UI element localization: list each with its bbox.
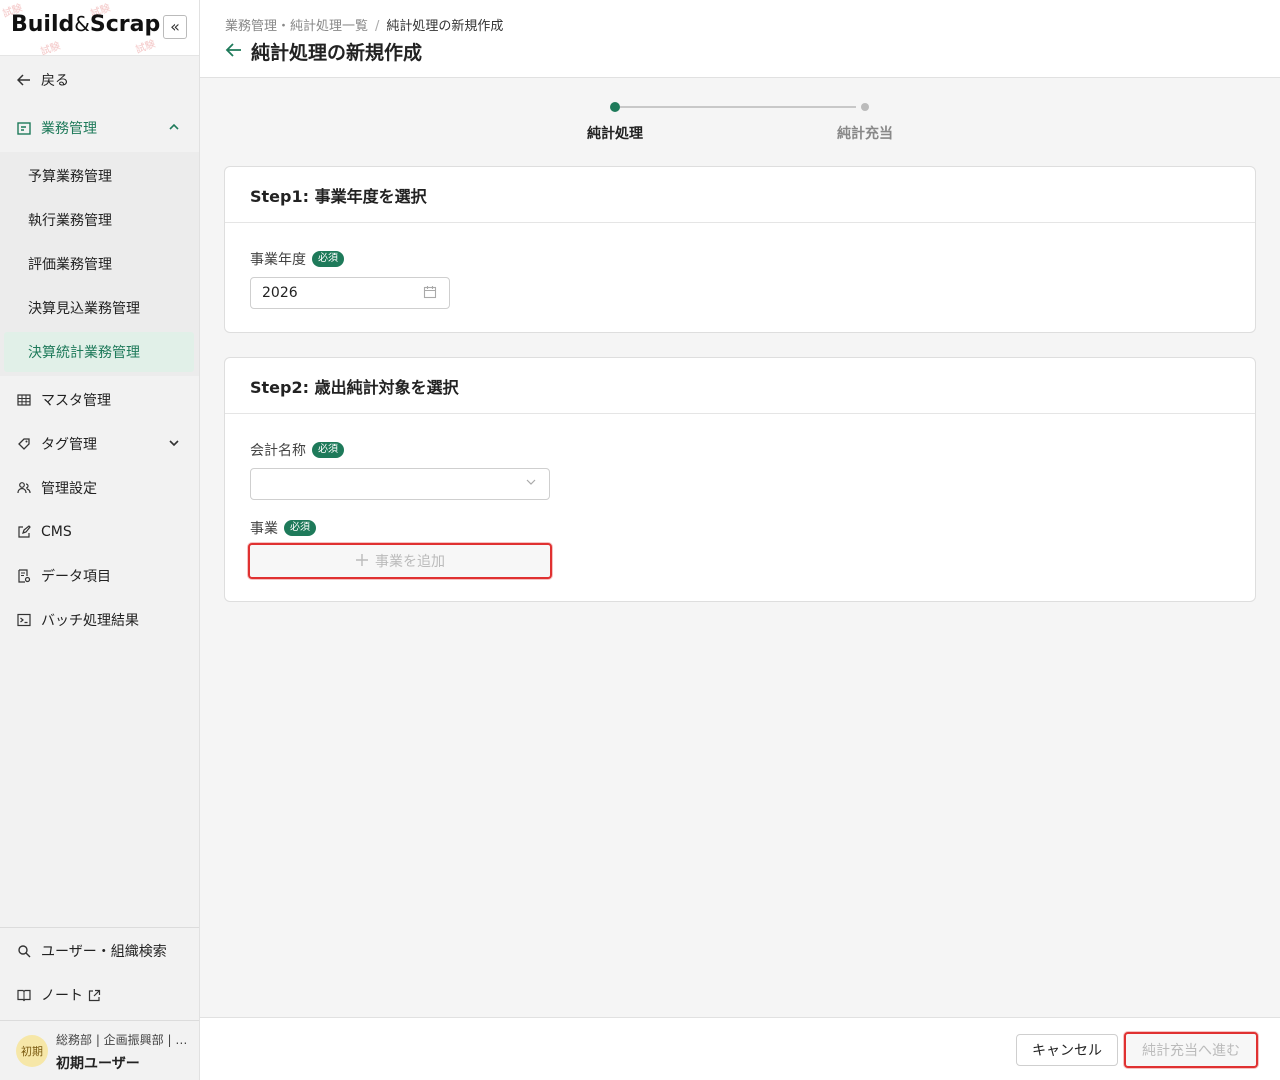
back-arrow-icon[interactable] — [225, 40, 243, 64]
tag-icon — [16, 436, 32, 452]
account-name-select[interactable] — [250, 468, 550, 500]
calendar-icon — [423, 285, 437, 303]
double-chevron-left-icon: « — [170, 17, 180, 36]
breadcrumb-link[interactable]: 業務管理・純計処理一覧 — [225, 19, 368, 34]
sidebar-back-label: 戻る — [41, 73, 69, 89]
step-label-inactive: 純計充当 — [837, 126, 893, 142]
sidebar-item-settlement-statistics[interactable]: 決算統計業務管理 — [4, 332, 194, 372]
field-label-text: 事業年度 — [250, 252, 306, 268]
page-footer: キャンセル 純計充当へ進む — [200, 1017, 1280, 1080]
step-dot-inactive — [861, 103, 869, 111]
arrow-left-icon — [16, 72, 32, 88]
step-label-active: 純計処理 — [587, 126, 643, 142]
sidebar-item-label: CMS — [41, 524, 72, 540]
sidebar-item-user-search[interactable]: ユーザー・組織検索 — [0, 929, 199, 973]
next-step-button[interactable]: 純計充当へ進む — [1124, 1032, 1258, 1068]
sidebar-item-master[interactable]: マスタ管理 — [0, 378, 199, 422]
sidebar-item-label: ノート — [41, 988, 83, 1004]
sidebar-back[interactable]: 戻る — [0, 58, 199, 102]
breadcrumb-current: 純計処理の新規作成 — [386, 19, 504, 34]
watermark: 試験 — [39, 40, 62, 56]
add-project-button[interactable]: 事業を追加 — [248, 543, 552, 579]
step1-card: Step1: 事業年度を選択 事業年度 必須 2026 — [224, 166, 1256, 333]
sidebar-item-note[interactable]: ノート — [0, 973, 199, 1017]
fiscal-year-picker[interactable]: 2026 — [250, 277, 450, 309]
user-name: 初期ユーザー — [56, 1056, 140, 1072]
page-header: 業務管理・純計処理一覧 / 純計処理の新規作成 純計処理の新規作成 — [200, 0, 1280, 78]
sidebar-item-label: ユーザー・組織検索 — [41, 944, 167, 960]
sidebar-item-execution[interactable]: 執行業務管理 — [0, 198, 199, 242]
user-profile[interactable]: 初期 総務部 | 企画振興部 | … 初期ユーザー — [0, 1020, 199, 1080]
document-icon — [16, 568, 32, 584]
watermark: 試験 — [134, 38, 157, 56]
sidebar-group-label: 業務管理 — [41, 121, 97, 137]
logo-text: Scrap — [89, 12, 161, 37]
sidebar-item-label: マスタ管理 — [41, 393, 111, 409]
field-label-text: 事業 — [250, 521, 278, 537]
sidebar-group-business[interactable]: 業務管理 — [0, 106, 199, 150]
cancel-button[interactable]: キャンセル — [1016, 1034, 1118, 1066]
search-icon — [16, 943, 32, 959]
logo-area: 試験 試験 試験 試験 Build&Scrap « — [0, 0, 199, 56]
sidebar-item-batch-results[interactable]: バッチ処理結果 — [0, 598, 199, 642]
sidebar-item-label: 評価業務管理 — [28, 257, 112, 273]
sidebar-item-label: 執行業務管理 — [28, 213, 112, 229]
sidebar: 試験 試験 試験 試験 Build&Scrap « 戻る 業務管理 予算業務管理… — [0, 0, 200, 1080]
clipboard-icon — [16, 120, 32, 136]
sidebar-item-label: バッチ処理結果 — [41, 613, 139, 629]
sidebar-item-data-fields[interactable]: データ項目 — [0, 554, 199, 598]
step2-title: Step2: 歳出純計対象を選択 — [225, 358, 1255, 414]
sidebar-item-settlement-forecast[interactable]: 決算見込業務管理 — [0, 286, 199, 330]
sidebar-item-label: 管理設定 — [41, 481, 97, 497]
sidebar-submenu: 予算業務管理 執行業務管理 評価業務管理 決算見込業務管理 決算統計業務管理 — [0, 152, 199, 376]
chevron-up-icon — [169, 121, 179, 135]
chevron-down-icon — [169, 437, 179, 451]
logo-amp: & — [74, 12, 90, 36]
collapse-sidebar-button[interactable]: « — [163, 15, 187, 39]
app-logo[interactable]: Build&Scrap — [11, 12, 160, 37]
terminal-icon — [16, 612, 32, 628]
sidebar-item-admin[interactable]: 管理設定 — [0, 466, 199, 510]
sidebar-item-label: タグ管理 — [41, 437, 97, 453]
user-department: 総務部 | 企画振興部 | … — [56, 1033, 186, 1047]
table-icon — [16, 392, 32, 408]
required-badge: 必須 — [312, 251, 344, 267]
page-title-row: 純計処理の新規作成 — [225, 38, 422, 65]
add-project-label: 事業を追加 — [375, 554, 445, 570]
stepper-line — [620, 106, 856, 108]
book-icon — [16, 987, 32, 1003]
sidebar-item-label: 予算業務管理 — [28, 169, 112, 185]
breadcrumb: 業務管理・純計処理一覧 / 純計処理の新規作成 — [225, 15, 503, 34]
sidebar-item-tags[interactable]: タグ管理 — [0, 422, 199, 466]
sidebar-item-evaluation[interactable]: 評価業務管理 — [0, 242, 199, 286]
field-label-text: 会計名称 — [250, 443, 306, 459]
project-label: 事業 必須 — [250, 518, 316, 538]
sidebar-item-cms[interactable]: CMS — [0, 510, 199, 554]
sidebar-item-label: 決算統計業務管理 — [28, 345, 140, 361]
account-name-label: 会計名称 必須 — [250, 440, 344, 460]
logo-text: Build — [11, 12, 75, 37]
fiscal-year-value: 2026 — [262, 285, 298, 301]
breadcrumb-separator: / — [375, 19, 380, 34]
step-dot-active — [610, 102, 620, 112]
required-badge: 必須 — [284, 520, 316, 536]
sidebar-item-budget[interactable]: 予算業務管理 — [0, 154, 199, 198]
plus-icon — [355, 551, 369, 572]
avatar: 初期 — [16, 1035, 48, 1067]
step1-title: Step1: 事業年度を選択 — [225, 167, 1255, 223]
chevron-down-icon — [525, 476, 537, 492]
sidebar-item-label: 決算見込業務管理 — [28, 301, 140, 317]
step2-card: Step2: 歳出純計対象を選択 会計名称 必須 事業 必須 事業を追加 — [224, 357, 1256, 602]
sidebar-item-label: データ項目 — [41, 569, 111, 585]
fiscal-year-label: 事業年度 必須 — [250, 249, 344, 269]
divider — [0, 927, 199, 928]
required-badge: 必須 — [312, 442, 344, 458]
edit-icon — [16, 524, 32, 540]
users-icon — [16, 480, 32, 496]
external-link-icon — [88, 989, 101, 1002]
page-title: 純計処理の新規作成 — [251, 42, 423, 64]
